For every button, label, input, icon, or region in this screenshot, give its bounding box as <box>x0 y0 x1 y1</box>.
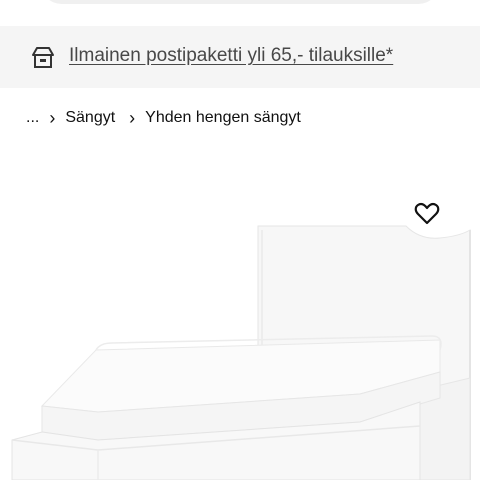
header-area <box>0 0 480 14</box>
breadcrumb-separator: › <box>49 108 56 128</box>
white-single-bed-image <box>0 140 480 481</box>
breadcrumb-item-single-beds[interactable]: Yhden hengen sängyt <box>145 109 301 127</box>
favorite-button[interactable] <box>402 196 452 236</box>
promo-link[interactable]: Ilmainen postipaketti yli 65,- tilauksil… <box>69 45 393 67</box>
package-icon <box>30 44 56 70</box>
breadcrumb-item-beds[interactable]: Sängyt <box>65 109 115 127</box>
search-bar[interactable] <box>40 0 440 4</box>
breadcrumb: ... › Sängyt › Yhden hengen sängyt <box>26 106 301 130</box>
free-shipping-banner[interactable]: Ilmainen postipaketti yli 65,- tilauksil… <box>0 26 480 88</box>
breadcrumb-ellipsis[interactable]: ... <box>26 109 39 127</box>
heart-icon <box>414 202 440 231</box>
breadcrumb-separator: › <box>129 108 136 128</box>
